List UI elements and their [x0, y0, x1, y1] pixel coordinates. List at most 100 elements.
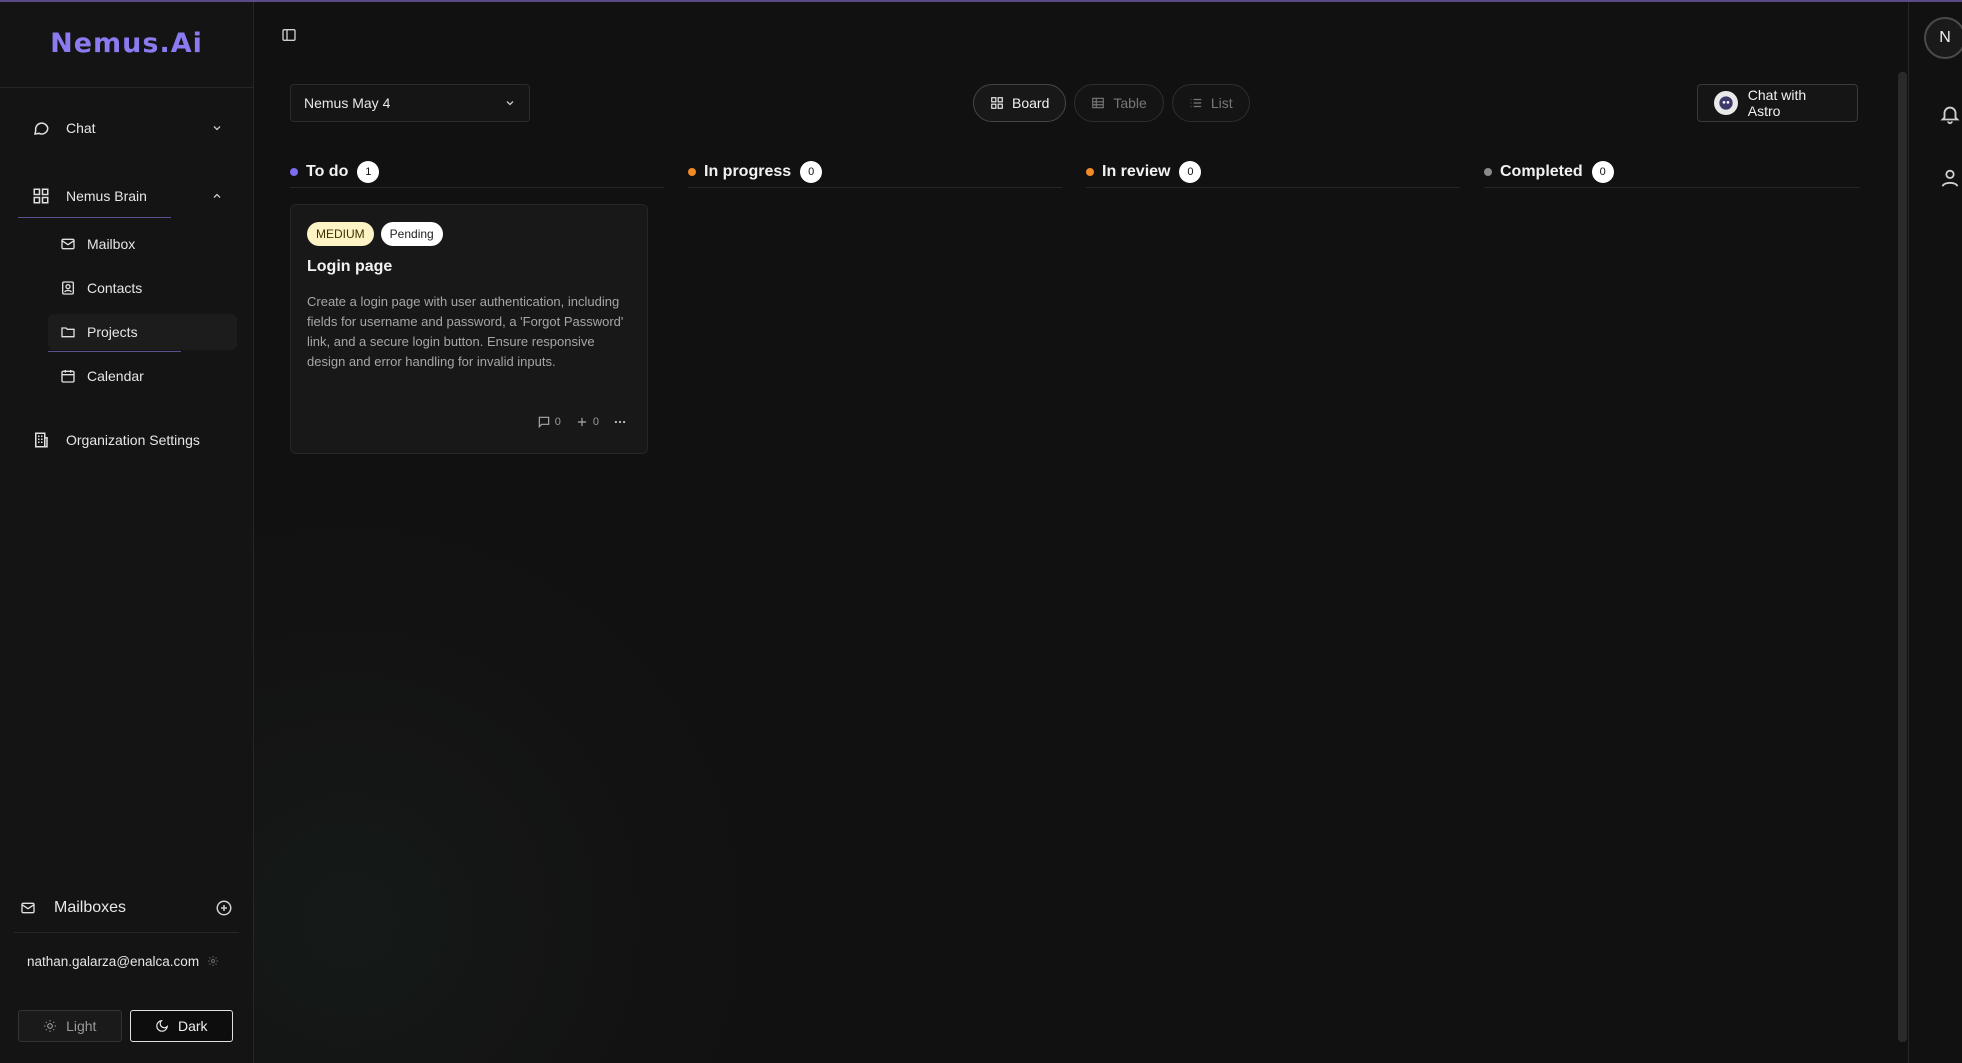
- calendar-icon: [60, 368, 76, 384]
- column-count-badge: 0: [1179, 160, 1202, 183]
- view-board-label: Board: [1012, 95, 1050, 111]
- card-badges: MEDIUM Pending: [307, 222, 631, 246]
- active-section-underline: [18, 217, 171, 218]
- board-icon: [990, 96, 1004, 110]
- column-count-badge: 0: [800, 160, 823, 183]
- comment-icon: [537, 415, 551, 429]
- theme-dark-button[interactable]: Dark: [129, 1010, 233, 1042]
- theme-light-button[interactable]: Light: [18, 1010, 122, 1042]
- app-root: Nemus.Ai Chat Nemus Brain Mailbox Contac…: [0, 0, 1962, 1063]
- active-item-underline: [48, 351, 181, 352]
- sidebar-item-nemus-brain[interactable]: Nemus Brain: [0, 174, 253, 218]
- sidebar-bottom: Mailboxes nathan.galarza@enalca.com Ligh…: [0, 883, 253, 1063]
- brain-subnav: Mailbox Contacts Projects Calendar: [0, 218, 253, 406]
- avatar[interactable]: N: [1924, 17, 1962, 59]
- more-options-icon[interactable]: [613, 415, 627, 429]
- task-card[interactable]: MEDIUM Pending Login page Create a login…: [290, 204, 648, 454]
- main-scrollbar[interactable]: [1898, 72, 1907, 1042]
- sidebar-item-label: Projects: [87, 324, 138, 340]
- column-status-dot: [290, 167, 298, 176]
- sidebar-item-mailbox[interactable]: Mailbox: [48, 226, 237, 262]
- column-header: To do 1: [290, 160, 664, 188]
- sidebar-item-label: Calendar: [87, 368, 144, 384]
- column-status-dot: [1086, 167, 1094, 176]
- view-list-label: List: [1210, 95, 1233, 111]
- logo-area: Nemus.Ai: [0, 0, 253, 88]
- folder-icon: [60, 324, 76, 340]
- sidebar-item-label: Chat: [66, 120, 96, 136]
- sidebar-item-organization-settings[interactable]: Organization Settings: [0, 418, 253, 462]
- column-status-dot: [1484, 167, 1492, 176]
- grid-icon: [32, 187, 50, 205]
- card-description: Create a login page with user authentica…: [307, 294, 624, 369]
- theme-dark-label: Dark: [177, 1018, 208, 1034]
- mailboxes-header: Mailboxes: [14, 883, 239, 933]
- sidebar-nav: Chat Nemus Brain Mailbox Contacts Projec…: [0, 88, 253, 462]
- column-title: In progress: [704, 162, 792, 180]
- comments-count: 0: [554, 416, 561, 428]
- main-content: Nemus May 4 Board Table List Chat with A…: [254, 0, 1908, 1063]
- building-icon: [32, 431, 50, 449]
- sidebar-item-label: Nemus Brain: [66, 188, 147, 204]
- sidebar-item-projects[interactable]: Projects: [48, 314, 237, 352]
- column-title: Completed: [1500, 162, 1583, 180]
- chat-with-astro-button[interactable]: Chat with Astro: [1697, 84, 1858, 122]
- app-logo[interactable]: Nemus.Ai: [50, 28, 203, 59]
- sidebar-item-label: Contacts: [87, 280, 143, 296]
- chevron-down-icon: [504, 97, 516, 109]
- sidebar-item-chat[interactable]: Chat: [0, 106, 253, 150]
- chevron-down-icon: [211, 122, 223, 134]
- project-select[interactable]: Nemus May 4: [290, 84, 530, 122]
- mailboxes-title: Mailboxes: [54, 898, 127, 916]
- column-completed: Completed 0: [1484, 160, 1860, 454]
- bell-icon[interactable]: [1939, 103, 1961, 125]
- column-header: Completed 0: [1484, 160, 1860, 188]
- sidebar-toggle-icon[interactable]: [281, 27, 297, 43]
- add-mailbox-icon[interactable]: [215, 899, 233, 917]
- mailbox-account-row[interactable]: nathan.galarza@enalca.com: [0, 933, 253, 989]
- column-header: In progress 0: [688, 160, 1062, 188]
- contact-icon: [60, 280, 76, 296]
- mail-icon: [60, 236, 76, 252]
- column-to-do: To do 1 MEDIUM Pending Login page Create…: [290, 160, 688, 454]
- subtasks-counter[interactable]: 0: [575, 415, 599, 429]
- view-board-button[interactable]: Board: [973, 84, 1067, 122]
- column-in-review: In review 0: [1086, 160, 1484, 454]
- column-header: In review 0: [1086, 160, 1460, 188]
- priority-badge: MEDIUM: [307, 222, 374, 246]
- chat-icon: [32, 119, 50, 137]
- status-badge: Pending: [380, 222, 443, 246]
- view-list-button[interactable]: List: [1171, 84, 1250, 122]
- column-status-dot: [688, 167, 696, 176]
- view-switcher: Board Table List: [973, 84, 1250, 122]
- sidebar-item-label: Organization Settings: [66, 432, 200, 448]
- plus-icon: [575, 415, 589, 429]
- view-table-button[interactable]: Table: [1074, 84, 1164, 122]
- list-icon: [1189, 96, 1203, 110]
- theme-toggle: Light Dark: [0, 989, 253, 1063]
- sun-icon: [43, 1019, 57, 1033]
- sidebar-item-label: Mailbox: [87, 236, 136, 252]
- subtasks-count: 0: [592, 416, 599, 428]
- gear-icon[interactable]: [207, 955, 219, 967]
- mailbox-account-email: nathan.galarza@enalca.com: [27, 953, 200, 969]
- comments-counter[interactable]: 0: [537, 415, 561, 429]
- board-columns: To do 1 MEDIUM Pending Login page Create…: [290, 160, 1860, 454]
- chevron-up-icon: [211, 190, 223, 202]
- moon-icon: [155, 1019, 169, 1033]
- mail-icon: [20, 900, 36, 916]
- top-accent-bar: [0, 0, 1962, 2]
- column-title: In review: [1102, 162, 1171, 180]
- sidebar-item-contacts[interactable]: Contacts: [48, 270, 237, 306]
- column-count-badge: 1: [357, 160, 380, 183]
- theme-light-label: Light: [66, 1018, 97, 1034]
- table-icon: [1091, 96, 1105, 110]
- card-title: Login page: [307, 258, 393, 275]
- column-title: To do: [306, 162, 349, 180]
- user-icon[interactable]: [1939, 167, 1961, 189]
- project-select-value: Nemus May 4: [304, 95, 391, 111]
- astro-avatar-icon: [1714, 91, 1738, 115]
- sidebar: Nemus.Ai Chat Nemus Brain Mailbox Contac…: [0, 0, 254, 1063]
- sidebar-item-calendar[interactable]: Calendar: [48, 358, 237, 394]
- view-table-label: Table: [1113, 95, 1147, 111]
